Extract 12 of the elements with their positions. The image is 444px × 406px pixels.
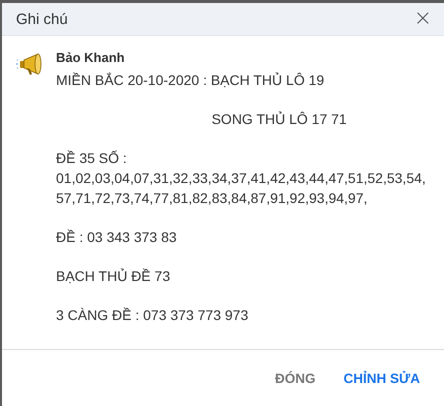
edit-button[interactable]: CHỈNH SỬA [338,362,426,394]
note-text: MIỀN BẮC 20-10-2020 : BẠCH THỦ LÔ 19 [56,71,326,90]
note-text: 3 CÀNG ĐỀ : 073 373 773 973 [56,306,250,325]
note-author: Bảo Khanh [56,50,126,65]
note-text: ĐỀ 35 SỐ : 01,02,03,04,07,31,32,33,34,37,41,42,43,44,47,51,52,53,54, 57,71,72,73,74,77,81,82,83,84,87,91,92,93,94,97, [56,149,426,208]
note-text: SONG THỦ LÔ 17 71 [210,110,348,129]
note-text: ĐỀ : 03 343 373 83 [56,228,178,247]
close-button[interactable]: × [412,8,434,30]
window-title: Ghi chú [16,10,68,28]
close-dialog-button[interactable]: ĐÓNG [269,362,322,394]
megaphone-icon [16,52,44,78]
note-text: BẠCH THỦ ĐỀ 73 [56,267,172,286]
